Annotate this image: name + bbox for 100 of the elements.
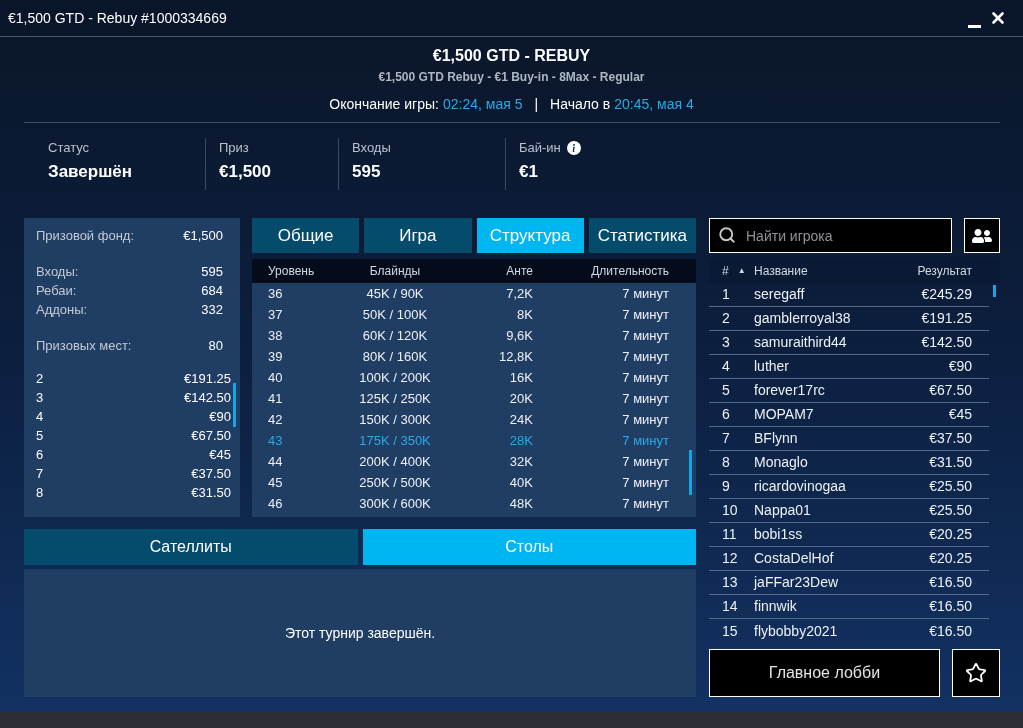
- rank-cell-text: 14: [721, 597, 739, 616]
- name-column-header[interactable]: Название: [754, 262, 918, 280]
- sort-indicator[interactable]: ▲: [737, 265, 746, 277]
- column-header[interactable]: Блайнды: [348, 262, 442, 280]
- duration-cell-text: 7 минут: [621, 347, 669, 366]
- result-cell-text: €142.50: [921, 333, 972, 352]
- column-header[interactable]: Уровень: [268, 262, 348, 280]
- payout-place: 5: [36, 426, 44, 445]
- player-name-cell-text: MOPAM7: [754, 405, 815, 424]
- tab[interactable]: Сателлиты: [24, 529, 358, 565]
- blinds-cell-text: 175K / 350K: [358, 431, 432, 450]
- blinds-cell-text: 60K / 120K: [361, 326, 429, 345]
- column-header[interactable]: Анте: [442, 262, 533, 280]
- player-name-cell-text: luther: [754, 357, 791, 376]
- result-cell-text: €245.29: [921, 285, 972, 304]
- ante-cell-text: 48K: [508, 494, 533, 513]
- ante-cell-text: 8K: [516, 305, 533, 324]
- scrollbar-thumb[interactable]: [233, 383, 236, 427]
- ante-cell-text: 28K: [508, 431, 533, 450]
- result-cell-text: €31.50: [929, 453, 972, 472]
- main-lobby-button[interactable]: Главное лобби: [709, 649, 940, 697]
- stat-label: Приз: [219, 140, 249, 156]
- end-time: 02:24, мая 5: [442, 95, 523, 113]
- ante-cell-text: 12,8K: [498, 347, 533, 366]
- level-cell-text: 45: [268, 473, 284, 492]
- star-icon: [965, 662, 987, 684]
- start-time: 20:45, мая 4: [614, 95, 694, 113]
- blinds-cell-text: 150K / 300K: [358, 410, 432, 429]
- blinds-cell-text: 300K / 600K: [358, 494, 432, 513]
- blinds-cell-text: 80K / 160K: [361, 347, 429, 366]
- minimize-icon: [968, 24, 981, 28]
- separator-text: |: [534, 95, 539, 113]
- duration-cell-text: 7 минут: [621, 326, 669, 345]
- result-cell-text: €37.50: [929, 429, 972, 448]
- summary-label: Призовой фонд:: [36, 226, 135, 245]
- tab[interactable]: Игра: [364, 218, 472, 253]
- player-name-cell-text: gamblerroyal38: [754, 309, 852, 328]
- player-name-cell-text: bobi1ss: [754, 525, 804, 544]
- blinds-cell-text: 100K / 200K: [358, 368, 432, 387]
- summary-label: Входы:: [36, 262, 79, 281]
- summary-value: 595: [201, 262, 223, 281]
- column-header[interactable]: Длительность: [533, 262, 669, 280]
- rank-cell-text: 1: [721, 285, 731, 304]
- end-label: Окончание игры:: [329, 95, 439, 113]
- result-cell-text: €25.50: [929, 477, 972, 496]
- payout-place: 6: [36, 445, 44, 464]
- player-name-cell-text: jaFFar23Dew: [754, 573, 840, 592]
- scrollbar-thumb[interactable]: [993, 285, 996, 297]
- level-cell-text: 40: [268, 368, 284, 387]
- level-cell-text: 44: [268, 452, 284, 471]
- summary-label: Аддоны:: [36, 300, 88, 319]
- result-cell-text: €16.50: [929, 597, 972, 616]
- rank-column-header[interactable]: #: [722, 262, 729, 280]
- result-cell-text: €16.50: [929, 573, 972, 592]
- stat-value: 595: [352, 161, 382, 183]
- summary-value: €1,500: [183, 226, 223, 245]
- payout-place: 7: [36, 464, 44, 483]
- rank-cell-text: 7: [721, 429, 731, 448]
- info-icon[interactable]: [566, 141, 581, 155]
- duration-cell-text: 7 минут: [621, 494, 669, 513]
- result-column-header[interactable]: Результат: [917, 262, 972, 280]
- ante-cell-text: 40K: [508, 473, 533, 492]
- player-name-cell-text: Monaglo: [754, 453, 809, 472]
- tournament-subtitle: €1,500 GTD Rebuy - €1 Buy-in - 8Max - Regular: [378, 69, 645, 85]
- minimize-button[interactable]: [968, 24, 981, 28]
- player-name-cell-text: ricardovinogaa: [754, 477, 847, 496]
- result-cell-text: €20.25: [929, 549, 972, 568]
- tournament-finished-message: Этот турнир завершён.: [284, 623, 436, 643]
- blinds-cell-text: 125K / 250K: [358, 389, 432, 408]
- level-cell-text: 36: [268, 284, 284, 303]
- tournament-title: €1,500 GTD - REBUY: [432, 46, 591, 66]
- rank-cell-text: 4: [721, 357, 731, 376]
- level-cell-text: 39: [268, 347, 284, 366]
- summary-label: Ребаи:: [36, 281, 77, 300]
- blinds-cell-text: 250K / 500K: [358, 473, 432, 492]
- rank-cell-text: 3: [721, 333, 731, 352]
- summary-value: 80: [208, 336, 223, 355]
- tab[interactable]: Статистика: [588, 218, 696, 253]
- duration-cell-text: 7 минут: [621, 452, 669, 471]
- result-cell-text: €45: [948, 405, 972, 424]
- rank-cell-text: 11: [721, 525, 738, 544]
- summary-value: 332: [201, 300, 223, 319]
- duration-cell-text: 7 минут: [621, 368, 669, 387]
- duration-cell-text: 7 минут: [621, 284, 669, 303]
- scrollbar-thumb[interactable]: [689, 450, 692, 495]
- player-name-cell-text: BFlynn: [754, 429, 799, 448]
- stat-label: Статус: [48, 140, 90, 156]
- ante-cell-text: 32K: [508, 452, 533, 471]
- favorite-button[interactable]: [952, 649, 1000, 697]
- duration-cell-text: 7 минут: [621, 389, 669, 408]
- close-icon: [989, 9, 1007, 27]
- result-cell-text: €25.50: [929, 501, 972, 520]
- stat-label: Бай-ин: [519, 140, 561, 156]
- result-cell-text: €191.25: [921, 309, 972, 328]
- tab[interactable]: Общие: [252, 218, 360, 253]
- friends-button[interactable]: [964, 218, 1000, 253]
- close-button[interactable]: [989, 9, 1007, 27]
- ante-cell-text: 16K: [508, 368, 533, 387]
- blinds-cell-text: 50K / 100K: [361, 305, 429, 324]
- search-field[interactable]: Найти игрока: [709, 218, 952, 253]
